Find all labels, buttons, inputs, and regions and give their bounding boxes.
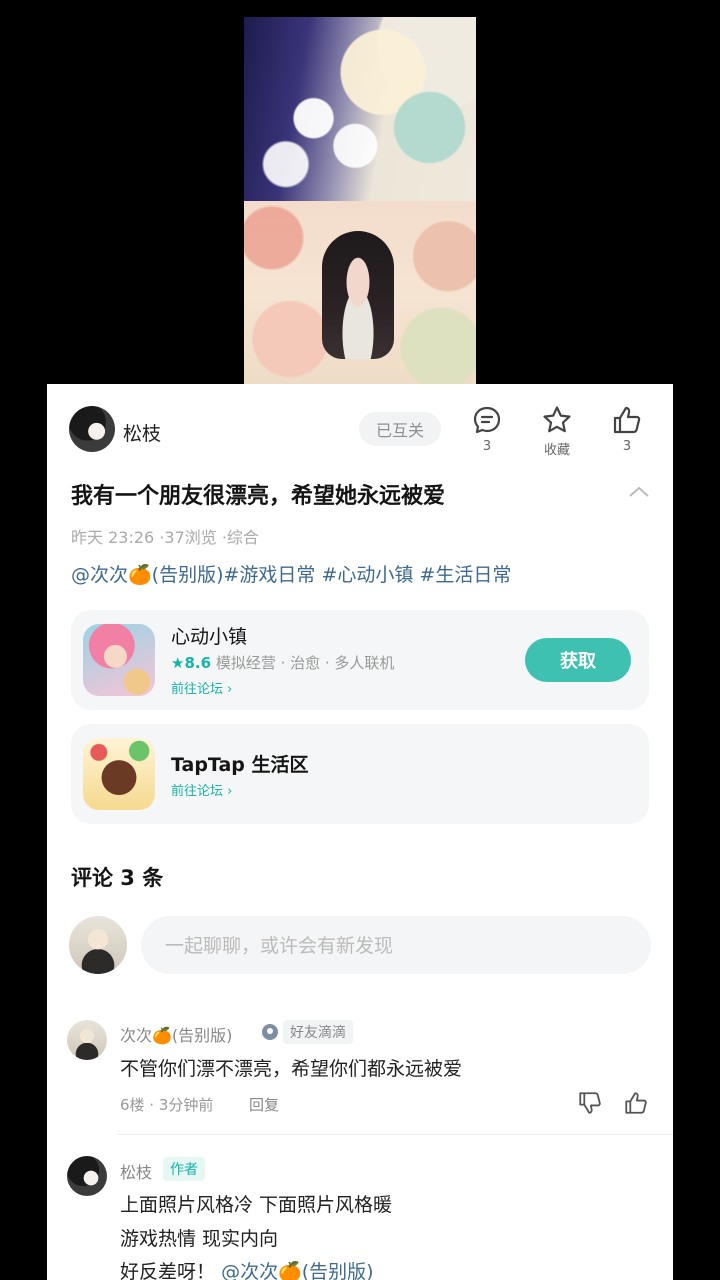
commenter-avatar[interactable] xyxy=(67,1020,107,1060)
commenter-name[interactable]: 次次🍊(告别版) xyxy=(120,1022,232,1046)
post-title: 我有一个朋友很漂亮，希望她永远被爱 xyxy=(71,484,446,509)
community-forum-link[interactable]: 前往论坛 › xyxy=(171,780,232,799)
comment-input-box[interactable] xyxy=(141,916,651,976)
game-screenshot-top xyxy=(244,17,476,201)
photo-bottom xyxy=(244,201,476,385)
friend-badge: 好友滴滴 xyxy=(283,1020,353,1044)
author-badge: 作者 xyxy=(163,1157,205,1181)
portrait xyxy=(322,231,394,359)
chevron-up-icon[interactable] xyxy=(627,484,651,500)
game-genres: 模拟经营 · 治愈 · 多人联机 xyxy=(215,654,395,672)
comment-divider xyxy=(117,1134,673,1135)
mention-link[interactable]: @次次🍊(告别版) xyxy=(221,1261,373,1280)
my-avatar xyxy=(69,916,127,974)
game-forum-link[interactable]: 前往论坛 › xyxy=(171,678,232,697)
reply-button[interactable]: 回复 xyxy=(249,1094,279,1115)
game-card[interactable]: 心动小镇 ★8.6 模拟经营 · 治愈 · 多人联机 前往论坛 › 获取 xyxy=(71,610,649,710)
post-meta: 昨天 23:26 ·37浏览 ·综合 xyxy=(71,524,259,548)
comment-icon xyxy=(473,406,501,434)
comment-action[interactable]: 3 xyxy=(462,404,512,454)
like-action[interactable]: 3 xyxy=(602,404,652,454)
author-name[interactable]: 松枝 xyxy=(123,419,161,446)
author-comment-avatar[interactable] xyxy=(67,1156,107,1196)
thumbs-down-icon[interactable] xyxy=(577,1090,603,1116)
community-card[interactable]: TapTap 生活区 前往论坛 › xyxy=(71,724,649,824)
community-title: TapTap 生活区 xyxy=(171,754,309,776)
comments-heading: 评论 3 条 xyxy=(71,866,164,890)
reply-line-3-text: 好反差呀！ xyxy=(120,1261,216,1280)
community-app-icon xyxy=(83,738,155,810)
comment-like-icon[interactable] xyxy=(623,1090,649,1116)
favorite-label: 收藏 xyxy=(543,443,570,458)
post-sheet: 松枝 已互关 3 收藏 3 我有一个朋友很漂亮，希望她永远被爱 昨天 23:26… xyxy=(47,384,673,1280)
favorite-action[interactable]: 收藏 xyxy=(532,404,582,458)
star-icon xyxy=(543,406,571,433)
reply-line-3: 好反差呀！ @次次🍊(告别版) xyxy=(120,1257,374,1280)
follow-button[interactable]: 已互关 xyxy=(359,412,441,446)
game-title: 心动小镇 xyxy=(171,626,248,648)
reply-line-2: 游戏热情 现实内向 xyxy=(120,1228,279,1250)
post-image[interactable] xyxy=(244,17,476,385)
like-count: 3 xyxy=(622,439,632,454)
post-views: ·37浏览 xyxy=(159,528,217,547)
comment-count: 3 xyxy=(482,439,492,454)
game-info: ★8.6 模拟经营 · 治愈 · 多人联机 xyxy=(171,652,394,673)
post-category: ·综合 xyxy=(221,528,259,547)
author-comment-name[interactable]: 松枝 xyxy=(120,1159,152,1183)
friend-badge-icon xyxy=(262,1024,278,1040)
post-tags[interactable]: @次次🍊(告别版)#游戏日常 #心动小镇 #生活日常 xyxy=(71,560,511,587)
get-button[interactable]: 获取 xyxy=(525,638,631,682)
comment-text: 不管你们漂不漂亮，希望你们都永远被爱 xyxy=(120,1058,463,1080)
comment-meta: 6楼 · 3分钟前 xyxy=(120,1096,214,1114)
game-app-icon xyxy=(83,624,155,696)
thumbs-up-icon xyxy=(613,406,641,434)
author-avatar[interactable] xyxy=(69,406,115,452)
game-rating: ★8.6 xyxy=(171,654,212,672)
reply-line-1: 上面照片风格冷 下面照片风格暖 xyxy=(120,1194,393,1216)
comment-input[interactable] xyxy=(141,916,627,976)
post-time: 昨天 23:26 xyxy=(71,528,155,547)
